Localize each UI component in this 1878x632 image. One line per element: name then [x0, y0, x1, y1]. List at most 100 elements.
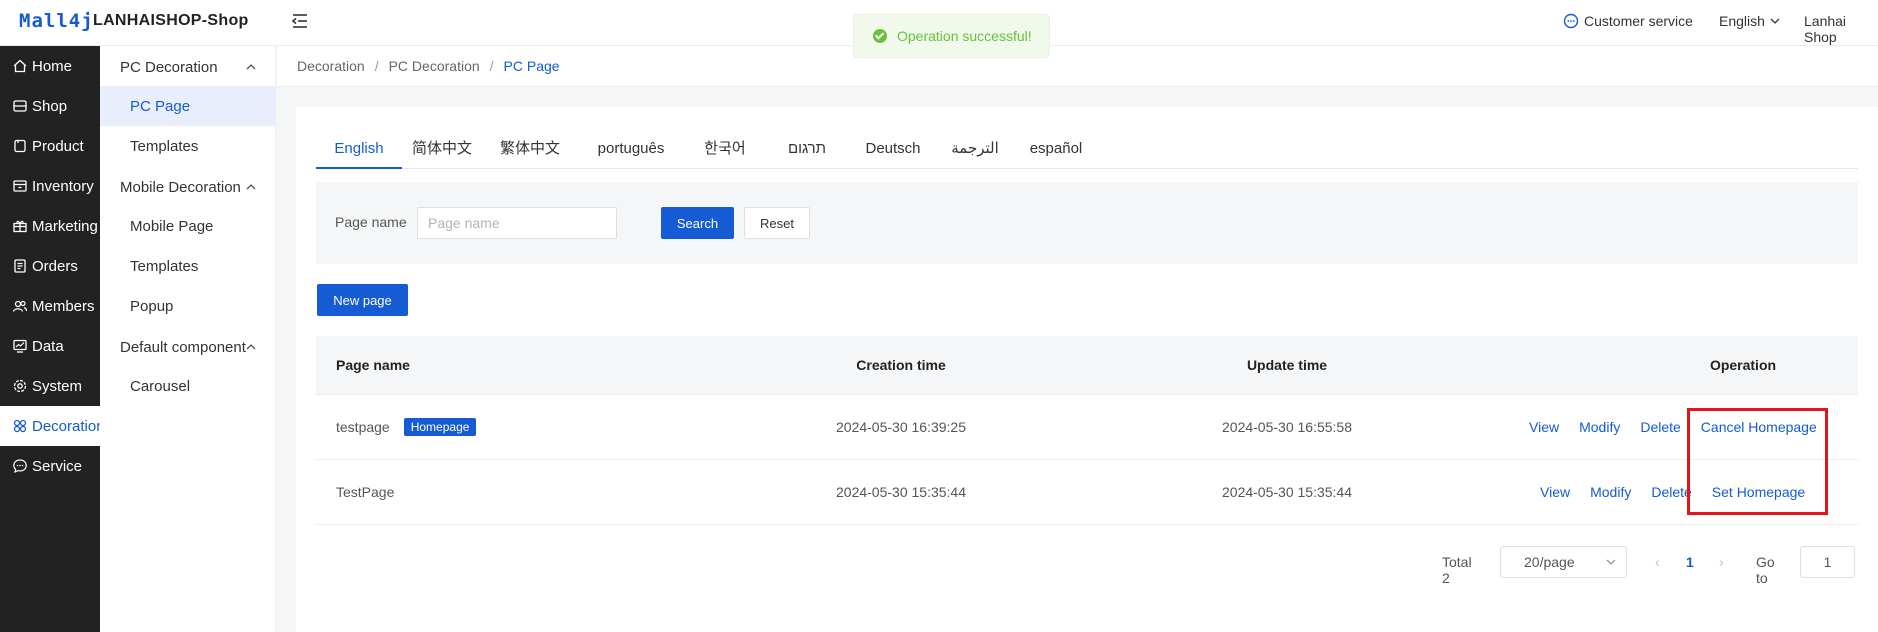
sidebar-item-data[interactable]: Data — [0, 326, 100, 366]
sidebar-item-label: Data — [32, 337, 64, 355]
chevron-down-icon — [1606, 559, 1616, 565]
column-header-creation-time: Creation time — [856, 357, 946, 373]
subnav-item-pc-templates[interactable]: Templates — [100, 126, 276, 166]
subnav-group-pc-decoration[interactable]: PC Decoration — [100, 48, 276, 86]
subnav-group-default-component[interactable]: Default component — [100, 328, 276, 366]
sidebar-item-shop[interactable]: Shop — [0, 86, 100, 126]
main-sidebar: Home Shop Product Inventory Marketing Or… — [0, 46, 105, 632]
creation-time-cell: 2024-05-30 15:35:44 — [836, 484, 966, 500]
page-name: TestPage — [336, 484, 395, 500]
subnav-item-pc-page[interactable]: PC Page — [100, 86, 276, 126]
sidebar-item-label: System — [32, 377, 83, 395]
sidebar-item-label: Orders — [32, 257, 78, 275]
language-dropdown[interactable]: English — [1719, 13, 1780, 29]
subnav-item-mobile-page[interactable]: Mobile Page — [100, 206, 276, 246]
user-menu[interactable]: Lanhai Shop — [1804, 13, 1878, 45]
tab-german[interactable]: Deutsch — [848, 129, 938, 169]
inventory-icon — [13, 180, 27, 192]
decoration-subnav: PC Decoration PC Page Templates Mobile D… — [100, 46, 276, 632]
success-toast: Operation successful! — [853, 14, 1050, 58]
language-label: English — [1719, 13, 1765, 29]
decoration-icon — [13, 419, 27, 433]
sidebar-item-decoration[interactable]: Decoration — [0, 406, 105, 446]
page-name: testpage — [336, 419, 390, 435]
page-number-current[interactable]: 1 — [1686, 554, 1694, 570]
page-name-input[interactable] — [417, 207, 617, 239]
subnav-item-carousel[interactable]: Carousel — [100, 366, 276, 406]
chat-icon — [13, 459, 27, 474]
menu-collapse-icon[interactable] — [290, 11, 310, 31]
tab-simplified-chinese[interactable]: 简体中文 — [402, 129, 482, 169]
prev-page-icon[interactable]: ‹ — [1655, 554, 1660, 570]
set-homepage-link[interactable]: Set Homepage — [1712, 484, 1805, 500]
tab-portuguese[interactable]: português — [578, 129, 684, 169]
column-header-operation: Operation — [1709, 357, 1777, 373]
operation-cell: View Modify Delete Cancel Homepage — [1519, 395, 1827, 459]
customer-service-label: Customer service — [1584, 13, 1693, 29]
chevron-up-icon — [246, 64, 256, 70]
toast-message: Operation successful! — [897, 28, 1032, 44]
breadcrumb-separator: / — [489, 58, 494, 74]
sidebar-item-label: Shop — [32, 97, 68, 115]
gift-icon — [13, 220, 27, 233]
sidebar-item-inventory[interactable]: Inventory — [0, 166, 100, 206]
chat-icon — [1563, 13, 1579, 29]
column-header-page-name: Page name — [336, 357, 410, 373]
column-header-update-time: Update time — [1246, 357, 1328, 373]
new-page-button[interactable]: New page — [317, 284, 408, 316]
subnav-item-popup[interactable]: Popup — [100, 286, 276, 326]
tab-hebrew[interactable]: תרגום — [766, 129, 848, 169]
sidebar-item-marketing[interactable]: Marketing — [0, 206, 100, 246]
homepage-badge: Homepage — [403, 418, 477, 436]
data-icon — [13, 339, 27, 353]
shop-icon — [13, 100, 27, 112]
table-row: testpage Homepage 2024-05-30 16:39:25 20… — [316, 395, 1858, 460]
sidebar-item-orders[interactable]: Orders — [0, 246, 100, 286]
sidebar-item-label: Home — [32, 57, 73, 75]
customer-service-link[interactable]: Customer service — [1563, 13, 1693, 29]
view-link[interactable]: View — [1529, 419, 1559, 435]
breadcrumb-item[interactable]: PC Decoration — [389, 58, 480, 74]
gear-icon — [13, 379, 27, 393]
sidebar-item-system[interactable]: System — [0, 366, 100, 406]
view-link[interactable]: View — [1540, 484, 1570, 500]
orders-icon — [14, 259, 26, 273]
chevron-up-icon — [246, 184, 256, 190]
sidebar-item-members[interactable]: Members — [0, 286, 100, 326]
subnav-group-label: PC Decoration — [120, 58, 218, 76]
next-page-icon[interactable]: › — [1719, 554, 1724, 570]
page-size-select[interactable]: 20/page — [1500, 546, 1627, 578]
chevron-down-icon — [1770, 18, 1780, 24]
breadcrumb: Decoration / PC Decoration / PC Page — [277, 46, 1878, 87]
cancel-homepage-link[interactable]: Cancel Homepage — [1701, 419, 1817, 435]
sidebar-item-label: Product — [32, 137, 84, 155]
modify-link[interactable]: Modify — [1579, 419, 1620, 435]
delete-link[interactable]: Delete — [1651, 484, 1691, 500]
tab-korean[interactable]: 한국어 — [684, 129, 766, 169]
subnav-group-label: Mobile Decoration — [120, 178, 241, 196]
tab-english[interactable]: English — [316, 129, 402, 169]
sidebar-item-label: Marketing — [32, 217, 98, 235]
members-icon — [12, 300, 28, 312]
tab-traditional-chinese[interactable]: 繁体中文 — [482, 129, 578, 169]
creation-time-cell: 2024-05-30 16:39:25 — [836, 419, 966, 435]
reset-button[interactable]: Reset — [744, 207, 810, 239]
breadcrumb-item[interactable]: Decoration — [297, 58, 365, 74]
subnav-group-mobile-decoration[interactable]: Mobile Decoration — [100, 168, 276, 206]
tab-arabic[interactable]: الترجمة — [938, 129, 1012, 169]
tab-spanish[interactable]: español — [1012, 129, 1100, 169]
breadcrumb-separator: / — [374, 58, 379, 74]
modify-link[interactable]: Modify — [1590, 484, 1631, 500]
page-name-cell: testpage Homepage — [336, 395, 477, 459]
sidebar-item-product[interactable]: Product — [0, 126, 100, 166]
delete-link[interactable]: Delete — [1640, 419, 1680, 435]
goto-page-input[interactable] — [1800, 546, 1855, 578]
subnav-item-mobile-templates[interactable]: Templates — [100, 246, 276, 286]
sidebar-item-label: Members — [32, 297, 95, 315]
product-icon — [14, 139, 26, 153]
chevron-up-icon — [246, 344, 256, 350]
sidebar-item-label: Service — [32, 457, 83, 475]
search-button[interactable]: Search — [661, 207, 734, 239]
sidebar-item-home[interactable]: Home — [0, 46, 100, 86]
sidebar-item-service[interactable]: Service — [0, 446, 100, 486]
